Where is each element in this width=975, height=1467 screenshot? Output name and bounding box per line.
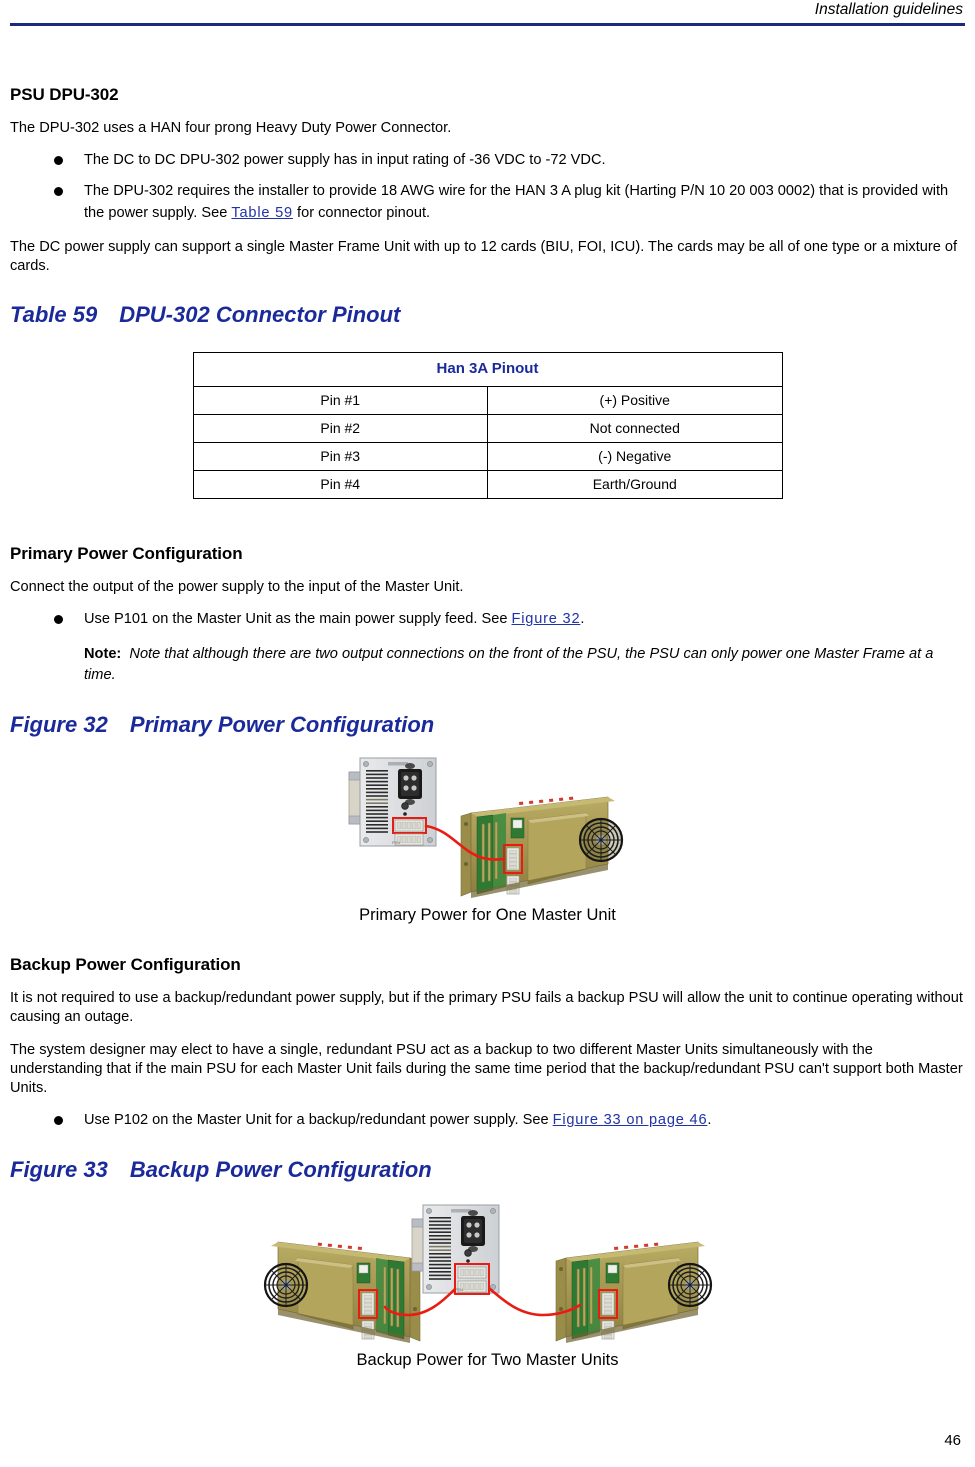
bullet-text-tail: . [707,1112,712,1128]
cell-function: (+) Positive [487,386,783,415]
note-text: Note that although there are two output … [84,646,934,683]
bullet-dot-icon [54,156,63,165]
bullet-dot-icon [54,187,63,196]
figure-33-sub-caption: Backup Power for Two Master Units [356,1351,619,1369]
bullet-text: The DC to DC DPU-302 power supply has in… [84,152,606,168]
psu-closing-paragraph: The DC power supply can support a single… [10,239,958,274]
list-item: The DC to DC DPU-302 power supply has in… [10,149,965,171]
figure-33-image: PSU Backup Power for Two Master Units [10,1189,965,1370]
note-label: Note: [84,646,122,662]
backup-bullet-list: Use P102 on the Master Unit for a backup… [10,1109,965,1131]
document-page: Installation guidelines PSU DPU-302 The … [0,0,975,1467]
figure-33-caption-title: Backup Power Configuration [129,1157,432,1182]
primary-intro-paragraph: Connect the output of the power supply t… [10,579,464,595]
page-number: 46 [944,1432,961,1449]
heading-backup-power-configuration: Backup Power Configuration [10,955,241,974]
figure-33-caption-number: Figure 33 [10,1157,108,1182]
list-item: The DPU-302 requires the installer to pr… [10,180,965,224]
master-unit-left-graphic [263,1241,420,1343]
table-59-caption: Table 59 DPU-302 Connector Pinout [10,302,965,328]
cell-pin: Pin #2 [192,414,488,443]
master-unit-right-graphic [555,1241,712,1343]
pinout-table: Han 3A Pinout Pin #1 (+) Positive Pin #2… [192,352,783,499]
bullet-text: Use P101 on the Master Unit as the main … [84,611,512,627]
xref-figure-33[interactable]: Figure 33 on page 46 [553,1112,708,1128]
bullet-text-tail: for connector pinout. [292,205,431,221]
psu-intro-paragraph: The DPU-302 uses a HAN four prong Heavy … [10,120,452,136]
table-header-row: Han 3A Pinout [192,352,783,387]
header-title: Installation guidelines [814,1,963,18]
primary-bullet-list: Use P101 on the Master Unit as the main … [10,608,965,630]
xref-figure-32[interactable]: Figure 32 [512,611,581,627]
figure-32-sub-caption: Primary Power for One Master Unit [359,906,616,924]
table-59-caption-number: Table 59 [10,302,98,327]
header-rule [10,23,965,26]
bullet-text: Use P102 on the Master Unit for a backup… [84,1112,553,1128]
bullet-text-tail: . [580,611,585,627]
note-block: Note: Note that although there are two o… [10,644,965,686]
backup-paragraph-1: It is not required to use a backup/redun… [10,990,963,1025]
psu-module-graphic: PSU [348,757,436,847]
heading-psu-dpu-302: PSU DPU-302 [10,85,119,104]
master-unit-chassis-graphic [460,796,623,898]
cell-pin: Pin #3 [192,442,488,471]
figure-32-image: PSU Primary Power for One Master Unit [10,744,965,925]
figure-32-caption-title: Primary Power Configuration [129,712,435,737]
table-row: Pin #1 (+) Positive [192,386,783,415]
list-item: Use P101 on the Master Unit as the main … [10,608,965,630]
bullet-dot-icon [54,615,63,624]
bullet-text: The DPU-302 requires the installer to pr… [84,183,949,221]
bullet-dot-icon [54,1116,63,1125]
cell-function: Earth/Ground [487,470,783,499]
table-header-han-3a-pinout: Han 3A Pinout [192,352,783,387]
page-content: PSU DPU-302 The DPU-302 uses a HAN four … [10,40,965,1370]
page-header: Installation guidelines [10,0,965,30]
cell-function: (-) Negative [487,442,783,471]
figure-32-caption: Figure 32 Primary Power Configuration [10,712,965,738]
cell-pin: Pin #1 [192,386,488,415]
table-row: Pin #2 Not connected [192,414,783,443]
svg-text:PSU: PSU [455,1287,463,1292]
figure-32-caption-number: Figure 32 [10,712,108,737]
primary-power-photo: PSU [348,757,623,898]
heading-primary-power-configuration: Primary Power Configuration [10,544,243,563]
list-item: Use P102 on the Master Unit for a backup… [10,1109,965,1131]
xref-table-59[interactable]: Table 59 [231,205,293,221]
figure-33-caption: Figure 33 Backup Power Configuration [10,1157,965,1183]
table-row: Pin #4 Earth/Ground [192,470,783,499]
backup-paragraph-2: The system designer may elect to have a … [10,1042,963,1096]
psu-module-graphic: PSU [411,1204,499,1295]
svg-text:PSU: PSU [392,840,400,845]
table-row: Pin #3 (-) Negative [192,442,783,471]
cell-function: Not connected [487,414,783,443]
cell-pin: Pin #4 [192,470,488,499]
table-59-caption-title: DPU-302 Connector Pinout [119,302,401,327]
psu-bullet-list: The DC to DC DPU-302 power supply has in… [10,149,965,224]
backup-power-photo: PSU [263,1204,712,1343]
